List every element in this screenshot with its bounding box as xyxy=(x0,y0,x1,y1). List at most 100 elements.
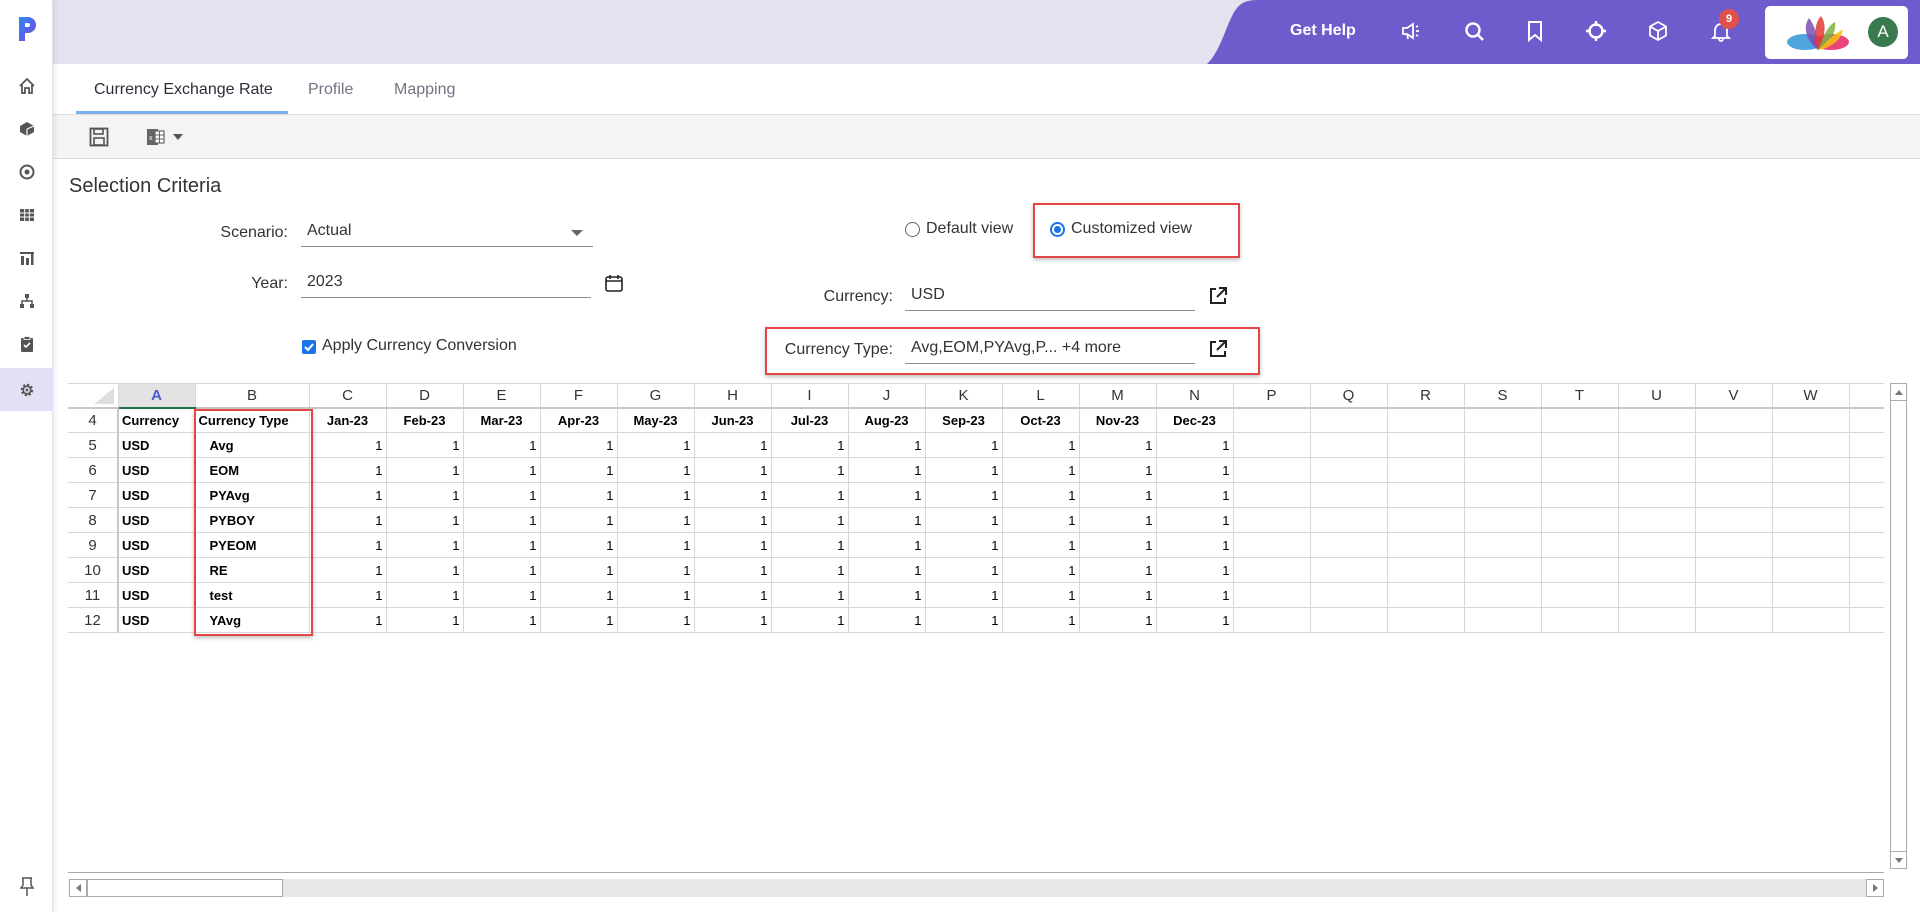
cell[interactable] xyxy=(1386,507,1465,533)
column-header[interactable]: J xyxy=(847,383,926,409)
rate-cell[interactable]: 1 xyxy=(847,432,926,458)
cell[interactable] xyxy=(1309,607,1388,633)
header-cell[interactable]: Currency xyxy=(117,407,196,433)
rate-cell[interactable]: 1 xyxy=(462,432,541,458)
rate-cell[interactable]: 1 xyxy=(308,482,387,508)
rate-cell[interactable]: 1 xyxy=(308,457,387,483)
column-header[interactable]: A xyxy=(117,383,196,409)
header-cell[interactable]: Sep-23 xyxy=(924,407,1003,433)
column-header[interactable]: D xyxy=(385,383,464,409)
cell[interactable] xyxy=(1309,482,1388,508)
header-cell[interactable]: Jul-23 xyxy=(770,407,849,433)
rate-cell[interactable]: 1 xyxy=(847,532,926,558)
cell[interactable] xyxy=(1540,532,1619,558)
rate-cell[interactable]: 1 xyxy=(616,582,695,608)
currency-type-cell[interactable]: PYAvg xyxy=(194,482,310,508)
cell[interactable] xyxy=(1694,407,1773,433)
cell[interactable] xyxy=(1309,457,1388,483)
rate-cell[interactable]: 1 xyxy=(924,557,1003,583)
rate-cell[interactable]: 1 xyxy=(693,457,772,483)
cell[interactable] xyxy=(1540,582,1619,608)
row-header[interactable]: 7 xyxy=(68,482,119,508)
cell[interactable] xyxy=(1848,607,1884,633)
get-help-link[interactable]: Get Help xyxy=(1290,22,1356,40)
currency-cell[interactable]: USD xyxy=(117,557,196,583)
cell[interactable] xyxy=(1694,532,1773,558)
rate-cell[interactable]: 1 xyxy=(770,482,849,508)
rate-cell[interactable]: 1 xyxy=(616,557,695,583)
currency-cell[interactable]: USD xyxy=(117,482,196,508)
cell[interactable] xyxy=(1386,607,1465,633)
cell[interactable] xyxy=(1386,432,1465,458)
rate-cell[interactable]: 1 xyxy=(1155,432,1234,458)
rate-cell[interactable]: 1 xyxy=(616,432,695,458)
user-avatar[interactable]: A xyxy=(1868,17,1898,47)
currency-cell[interactable]: USD xyxy=(117,432,196,458)
row-header[interactable]: 6 xyxy=(68,457,119,483)
rate-cell[interactable]: 1 xyxy=(308,507,387,533)
rate-cell[interactable]: 1 xyxy=(1001,482,1080,508)
rate-cell[interactable]: 1 xyxy=(1001,457,1080,483)
rate-cell[interactable]: 1 xyxy=(924,582,1003,608)
select-all-corner[interactable] xyxy=(68,383,119,409)
cell[interactable] xyxy=(1848,407,1884,433)
rate-cell[interactable]: 1 xyxy=(539,557,618,583)
currency-cell[interactable]: USD xyxy=(117,607,196,633)
rate-cell[interactable]: 1 xyxy=(1155,607,1234,633)
app-logo[interactable] xyxy=(16,14,38,44)
cell[interactable] xyxy=(1694,457,1773,483)
header-cell[interactable]: May-23 xyxy=(616,407,695,433)
column-header[interactable]: H xyxy=(693,383,772,409)
rate-cell[interactable]: 1 xyxy=(462,582,541,608)
rate-cell[interactable]: 1 xyxy=(462,482,541,508)
year-input[interactable]: 2023 xyxy=(301,270,591,298)
rate-cell[interactable]: 1 xyxy=(693,432,772,458)
cell[interactable] xyxy=(1617,607,1696,633)
rate-cell[interactable]: 1 xyxy=(385,482,464,508)
rate-cell[interactable]: 1 xyxy=(1001,532,1080,558)
rate-cell[interactable]: 1 xyxy=(1078,532,1157,558)
sidebar-item-tasks[interactable] xyxy=(0,322,53,365)
cell[interactable] xyxy=(1540,432,1619,458)
rate-cell[interactable]: 1 xyxy=(1001,507,1080,533)
column-header[interactable]: B xyxy=(194,383,310,409)
cell[interactable] xyxy=(1386,582,1465,608)
cell[interactable] xyxy=(1309,532,1388,558)
rate-cell[interactable]: 1 xyxy=(539,482,618,508)
cell[interactable] xyxy=(1540,557,1619,583)
cell[interactable] xyxy=(1771,482,1850,508)
cell[interactable] xyxy=(1309,407,1388,433)
sidebar-item-cube[interactable] xyxy=(0,107,53,150)
cell[interactable] xyxy=(1232,407,1311,433)
scroll-down-button[interactable] xyxy=(1891,851,1906,868)
rate-cell[interactable]: 1 xyxy=(693,557,772,583)
rate-cell[interactable]: 1 xyxy=(1078,582,1157,608)
rate-cell[interactable]: 1 xyxy=(616,482,695,508)
column-header[interactable]: N xyxy=(1155,383,1234,409)
currency-field[interactable]: USD xyxy=(905,283,1195,311)
rate-cell[interactable]: 1 xyxy=(1078,482,1157,508)
currency-type-cell[interactable]: PYBOY xyxy=(194,507,310,533)
header-cell[interactable]: Jan-23 xyxy=(308,407,387,433)
vertical-scrollbar[interactable] xyxy=(1890,383,1907,869)
column-header[interactable]: F xyxy=(539,383,618,409)
rate-cell[interactable]: 1 xyxy=(1155,557,1234,583)
cell[interactable] xyxy=(1848,507,1884,533)
column-header[interactable]: M xyxy=(1078,383,1157,409)
header-cell[interactable]: Feb-23 xyxy=(385,407,464,433)
cube-button[interactable] xyxy=(1645,18,1671,44)
row-header[interactable]: 4 xyxy=(68,407,119,433)
rate-cell[interactable]: 1 xyxy=(1155,482,1234,508)
column-header[interactable]: C xyxy=(308,383,387,409)
calendar-icon[interactable] xyxy=(604,273,624,293)
scroll-left-button[interactable] xyxy=(69,879,87,897)
cell[interactable] xyxy=(1463,407,1542,433)
rate-cell[interactable]: 1 xyxy=(616,532,695,558)
column-header[interactable]: R xyxy=(1386,383,1465,409)
column-header[interactable]: S xyxy=(1463,383,1542,409)
header-cell[interactable]: Jun-23 xyxy=(693,407,772,433)
rate-cell[interactable]: 1 xyxy=(539,457,618,483)
cell[interactable] xyxy=(1540,482,1619,508)
row-header[interactable]: 9 xyxy=(68,532,119,558)
header-cell[interactable]: Apr-23 xyxy=(539,407,618,433)
